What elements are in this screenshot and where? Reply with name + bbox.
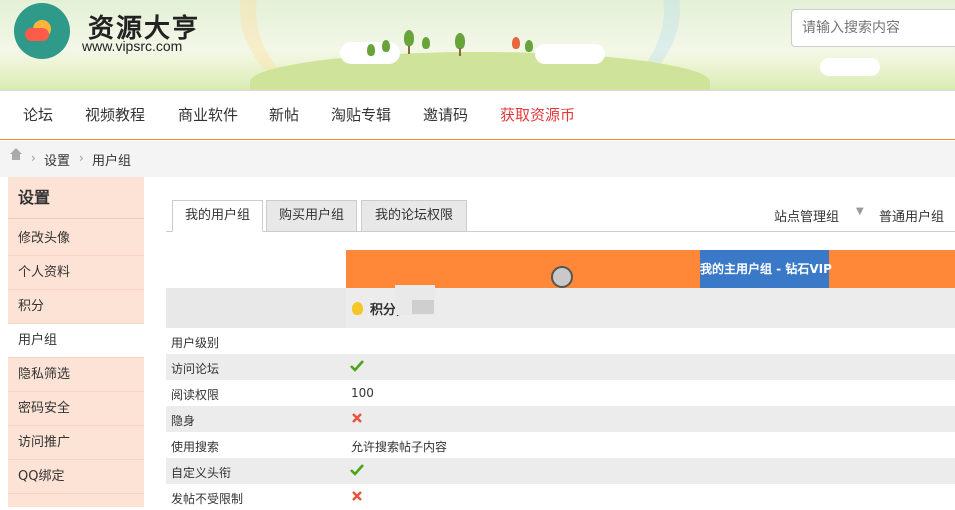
sidebar-item-user-group[interactable]: 用户组 xyxy=(8,324,144,358)
nav-item-new-posts[interactable]: 新帖 xyxy=(269,91,299,139)
nav-item-collections[interactable]: 淘贴专辑 xyxy=(331,91,391,139)
breadcrumb: › 设置 › 用户组 xyxy=(0,141,955,177)
admin-group-link[interactable]: 站点管理组 xyxy=(774,206,839,225)
sidebar-item-profile[interactable]: 个人资料 xyxy=(8,256,144,290)
permission-label: 使用搜索 xyxy=(171,440,220,454)
breadcrumb-separator: › xyxy=(79,151,84,165)
normal-group-link[interactable]: 普通用户组 xyxy=(879,206,944,225)
permission-label: 访问论坛 xyxy=(171,362,220,376)
sidebar-item-promotion[interactable]: 访问推广 xyxy=(8,426,144,460)
score-row xyxy=(346,288,955,328)
tab-buy-user-group[interactable]: 购买用户组 xyxy=(266,200,357,232)
tab-my-user-group[interactable]: 我的用户组 xyxy=(172,200,263,232)
nav-item-get-coins[interactable]: 获取资源币 xyxy=(500,91,575,139)
site-header: 资源大亨 www.vipsrc.com xyxy=(0,0,955,90)
breadcrumb-settings[interactable]: 设置 xyxy=(44,150,70,169)
house-decoration xyxy=(512,37,520,49)
tree-decoration xyxy=(422,37,430,49)
search-input[interactable] xyxy=(791,9,955,47)
sidebar-item-qq-binding[interactable]: QQ绑定 xyxy=(8,460,144,494)
nav-item-video-tutorials[interactable]: 视频教程 xyxy=(85,91,145,139)
tree-decoration xyxy=(455,33,465,49)
sidebar-item-privacy[interactable]: 隐私筛选 xyxy=(8,358,144,392)
cross-icon xyxy=(352,413,362,423)
permission-label: 发帖不受限制 xyxy=(171,492,244,506)
permission-label: 隐身 xyxy=(171,414,196,428)
permission-value: 100 xyxy=(351,386,374,400)
nav-item-commercial-software[interactable]: 商业软件 xyxy=(178,91,238,139)
cloud-decoration xyxy=(820,58,880,76)
tree-decoration xyxy=(367,44,375,56)
label-column-header xyxy=(166,288,346,328)
table-row: 访问论坛 xyxy=(166,354,955,380)
sidebar-title: 设置 xyxy=(8,177,144,219)
chevron-down-icon[interactable]: ▼ xyxy=(856,206,864,217)
table-row: 自定义头衔 xyxy=(166,458,955,484)
site-url[interactable]: www.vipsrc.com xyxy=(82,38,182,54)
breadcrumb-user-group[interactable]: 用户组 xyxy=(92,150,131,169)
tab-forum-permissions[interactable]: 我的论坛权限 xyxy=(361,200,467,232)
breadcrumb-separator: › xyxy=(31,151,36,165)
permission-label: 自定义头衔 xyxy=(171,466,232,480)
settings-sidebar: 设置 修改头像 个人资料 积分 用户组 隐私筛选 密码安全 访问推广 QQ绑定 xyxy=(8,177,144,507)
sidebar-item-points[interactable]: 积分 xyxy=(8,290,144,324)
permission-value: 允许搜索帖子内容 xyxy=(351,440,448,454)
main-nav: 论坛 视频教程 商业软件 新帖 淘贴专辑 邀请码 获取资源币 xyxy=(0,90,955,140)
tree-decoration xyxy=(382,40,390,52)
logo-cloud-icon xyxy=(25,28,49,41)
lightbulb-icon xyxy=(352,302,363,315)
trunk-decoration xyxy=(459,48,461,56)
check-icon xyxy=(350,360,364,372)
cross-icon xyxy=(352,491,362,501)
nav-item-invite-code[interactable]: 邀请码 xyxy=(423,91,468,139)
blurred-value xyxy=(412,300,434,314)
table-row: 用户级别 xyxy=(166,328,955,354)
main-group-label: 我的主用户组 - 钻石VIP xyxy=(700,250,832,288)
table-row: 发帖不受限制 xyxy=(166,484,955,510)
nav-item-forum[interactable]: 论坛 xyxy=(23,91,53,139)
table-row: 使用搜索 允许搜索帖子内容 xyxy=(166,432,955,458)
permission-label: 阅读权限 xyxy=(171,388,220,402)
tree-decoration xyxy=(404,30,414,46)
mouse-cursor-icon xyxy=(551,266,573,288)
cloud-decoration xyxy=(535,44,605,64)
permission-label: 用户级别 xyxy=(171,336,220,350)
sidebar-item-avatar[interactable]: 修改头像 xyxy=(8,222,144,256)
table-row: 隐身 xyxy=(166,406,955,432)
group-header-band xyxy=(346,250,955,288)
tree-decoration xyxy=(525,40,533,52)
trunk-decoration xyxy=(408,46,410,54)
sidebar-item-password[interactable]: 密码安全 xyxy=(8,392,144,426)
check-icon xyxy=(350,464,364,476)
table-row: 阅读权限 100 xyxy=(166,380,955,406)
home-icon[interactable] xyxy=(10,148,22,164)
